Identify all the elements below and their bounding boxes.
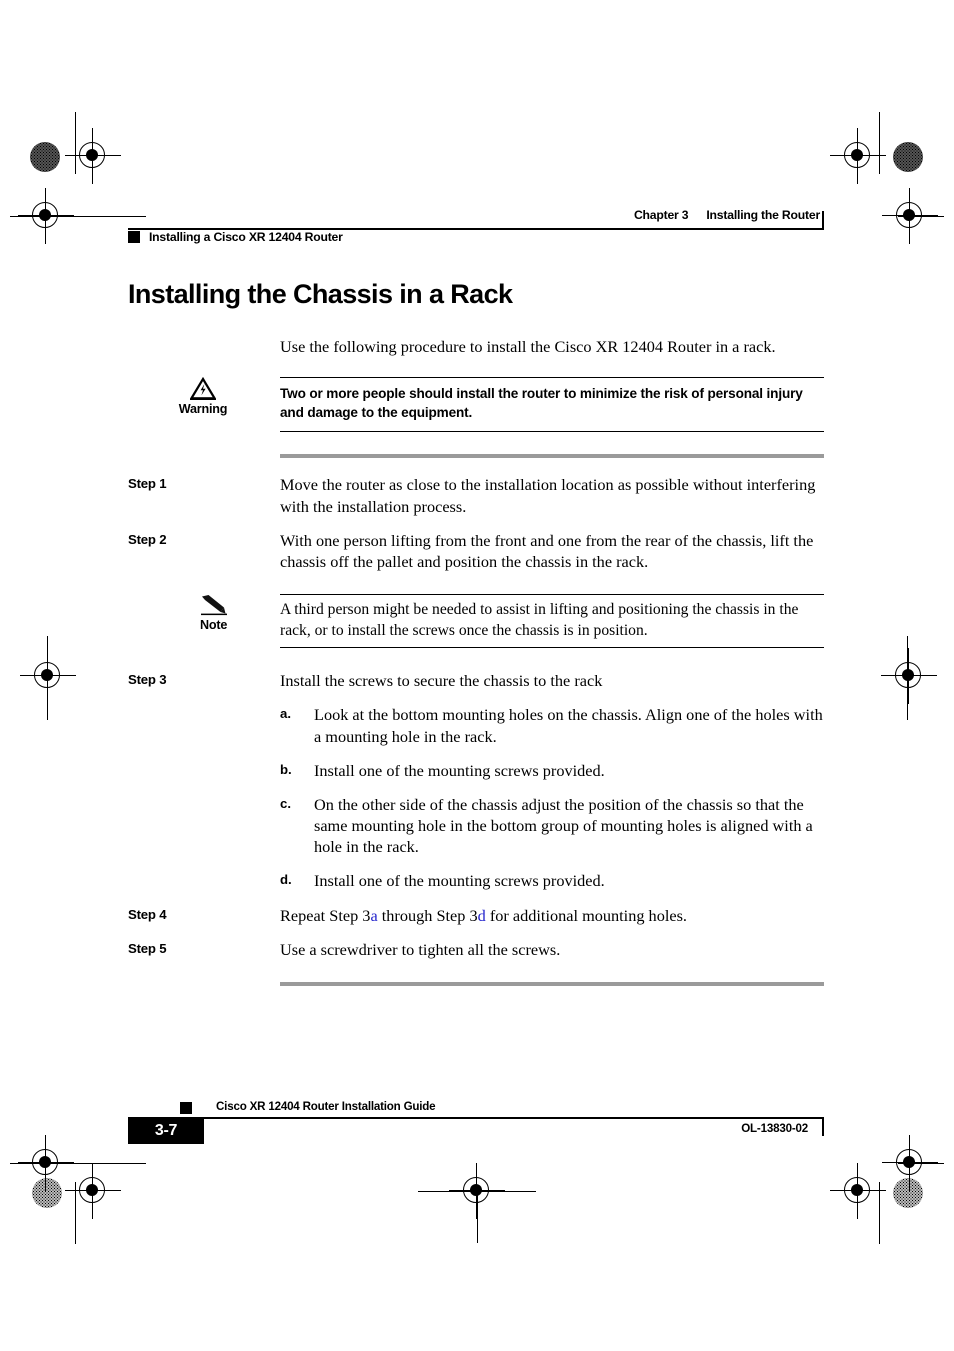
substep-c-label: c. — [280, 795, 291, 811]
step-4-text-before: Repeat Step — [280, 905, 363, 925]
page-title: Installing the Chassis in a Rack — [128, 279, 513, 309]
step-2-label: Step 2 — [128, 531, 167, 547]
footer-document-id: OL-13830-02 — [741, 1122, 808, 1135]
step-4-xref-2-letter[interactable]: d — [478, 906, 486, 925]
page-content: Installing the Chassis in a Rack Use the… — [128, 279, 824, 986]
step-5-label: Step 5 — [128, 940, 167, 956]
header-square-bullet-icon — [128, 231, 140, 243]
running-header: Chapter 3 Installing the Router Installin… — [128, 208, 824, 248]
header-chapter-info: Chapter 3 Installing the Router — [634, 208, 820, 222]
registration-mark-top-left-outer — [18, 188, 74, 244]
procedure-top-rule — [280, 454, 824, 459]
substep-b: b. Install one of the mounting screws pr… — [280, 760, 824, 781]
registration-mark-bottom-right-inner — [830, 1163, 886, 1219]
registration-mark-top-right-outer — [882, 188, 938, 244]
substep-d-label: d. — [280, 872, 292, 888]
header-chapter-title: Installing the Router — [706, 208, 820, 222]
note-admonition: Note A third person might be needed to a… — [184, 594, 824, 649]
footer-guide-title: Cisco XR 12404 Router Installation Guide — [216, 1100, 436, 1113]
step-1-text: Move the router as close to the installa… — [280, 475, 816, 516]
registration-mark-bottom-center — [449, 1163, 505, 1219]
header-running-head: Installing a Cisco XR 12404 Router — [128, 230, 343, 244]
header-edge-tick — [821, 211, 824, 230]
halftone-dot-top-left — [30, 142, 60, 172]
step-1: Step 1 Move the router as close to the i… — [128, 474, 824, 516]
warning-icon-column: Warning — [128, 376, 278, 416]
step-4-xref-2-number: 3 — [469, 905, 478, 925]
footer-square-bullet-icon — [180, 1102, 192, 1114]
step-4-label: Step 4 — [128, 906, 167, 922]
pencil-icon — [200, 594, 228, 616]
substep-b-text: Install one of the mounting screws provi… — [314, 760, 605, 780]
note-body: A third person might be needed to assist… — [280, 594, 824, 649]
substep-a: a. Look at the bottom mounting holes on … — [280, 704, 824, 746]
warning-text: Two or more people should install the ro… — [280, 385, 803, 420]
registration-mark-top-right-inner — [830, 128, 886, 184]
intro-paragraph: Use the following procedure to install t… — [280, 336, 776, 356]
footer-edge-tick — [821, 1117, 824, 1136]
step-4: Step 4 Repeat Step 3a through Step 3d fo… — [128, 905, 824, 926]
procedure-bottom-rule — [280, 981, 824, 986]
substep-c: c. On the other side of the chassis adju… — [280, 794, 824, 858]
step-3-label: Step 3 — [128, 672, 167, 688]
step-5: Step 5 Use a screwdriver to tighten all … — [128, 939, 824, 960]
substep-b-label: b. — [280, 761, 292, 777]
halftone-dot-top-right — [893, 142, 923, 172]
registration-mark-middle-right — [881, 648, 937, 704]
note-icon-column: Note — [184, 594, 280, 632]
registration-mark-top-left-inner — [65, 128, 121, 184]
header-chapter-number: Chapter 3 — [633, 208, 689, 222]
step-4-text-after: for additional mounting holes. — [485, 905, 687, 925]
warning-triangle-icon — [190, 376, 216, 400]
substep-a-label: a. — [280, 706, 291, 722]
page-footer: Cisco XR 12404 Router Installation Guide… — [128, 1100, 824, 1152]
step-1-label: Step 1 — [128, 476, 167, 492]
step-2: Step 2 With one person lifting from the … — [128, 530, 824, 572]
substep-a-text: Look at the bottom mounting holes on the… — [314, 705, 823, 746]
warning-admonition: Warning Two or more people should instal… — [128, 376, 824, 433]
page-number-badge: 3-7 — [128, 1117, 204, 1144]
substep-c-text: On the other side of the chassis adjust … — [314, 794, 813, 857]
step-5-text: Use a screwdriver to tighten all the scr… — [280, 939, 561, 959]
substep-d: d. Install one of the mounting screws pr… — [280, 870, 824, 891]
step-4-text: Repeat Step 3a through Step 3d for addit… — [280, 905, 824, 926]
registration-mark-middle-left — [20, 648, 76, 704]
step-2-text: With one person lifting from the front a… — [280, 530, 814, 571]
note-label: Note — [200, 618, 228, 633]
registration-mark-bottom-right-outer — [882, 1135, 938, 1191]
substep-d-text: Install one of the mounting screws provi… — [314, 871, 605, 891]
header-running-head-text: Installing a Cisco XR 12404 Router — [149, 230, 343, 244]
step-4-xref-1-letter[interactable]: a — [370, 906, 377, 925]
step-3: Step 3 Install the screws to secure the … — [128, 670, 824, 691]
footer-rule — [180, 1117, 824, 1120]
registration-mark-bottom-left-inner — [65, 1163, 121, 1219]
step-4-text-middle: through Step — [377, 905, 470, 925]
warning-body: Two or more people should install the ro… — [280, 376, 824, 433]
step-3-text: Install the screws to secure the chassis… — [280, 671, 603, 691]
warning-label: Warning — [178, 401, 228, 416]
